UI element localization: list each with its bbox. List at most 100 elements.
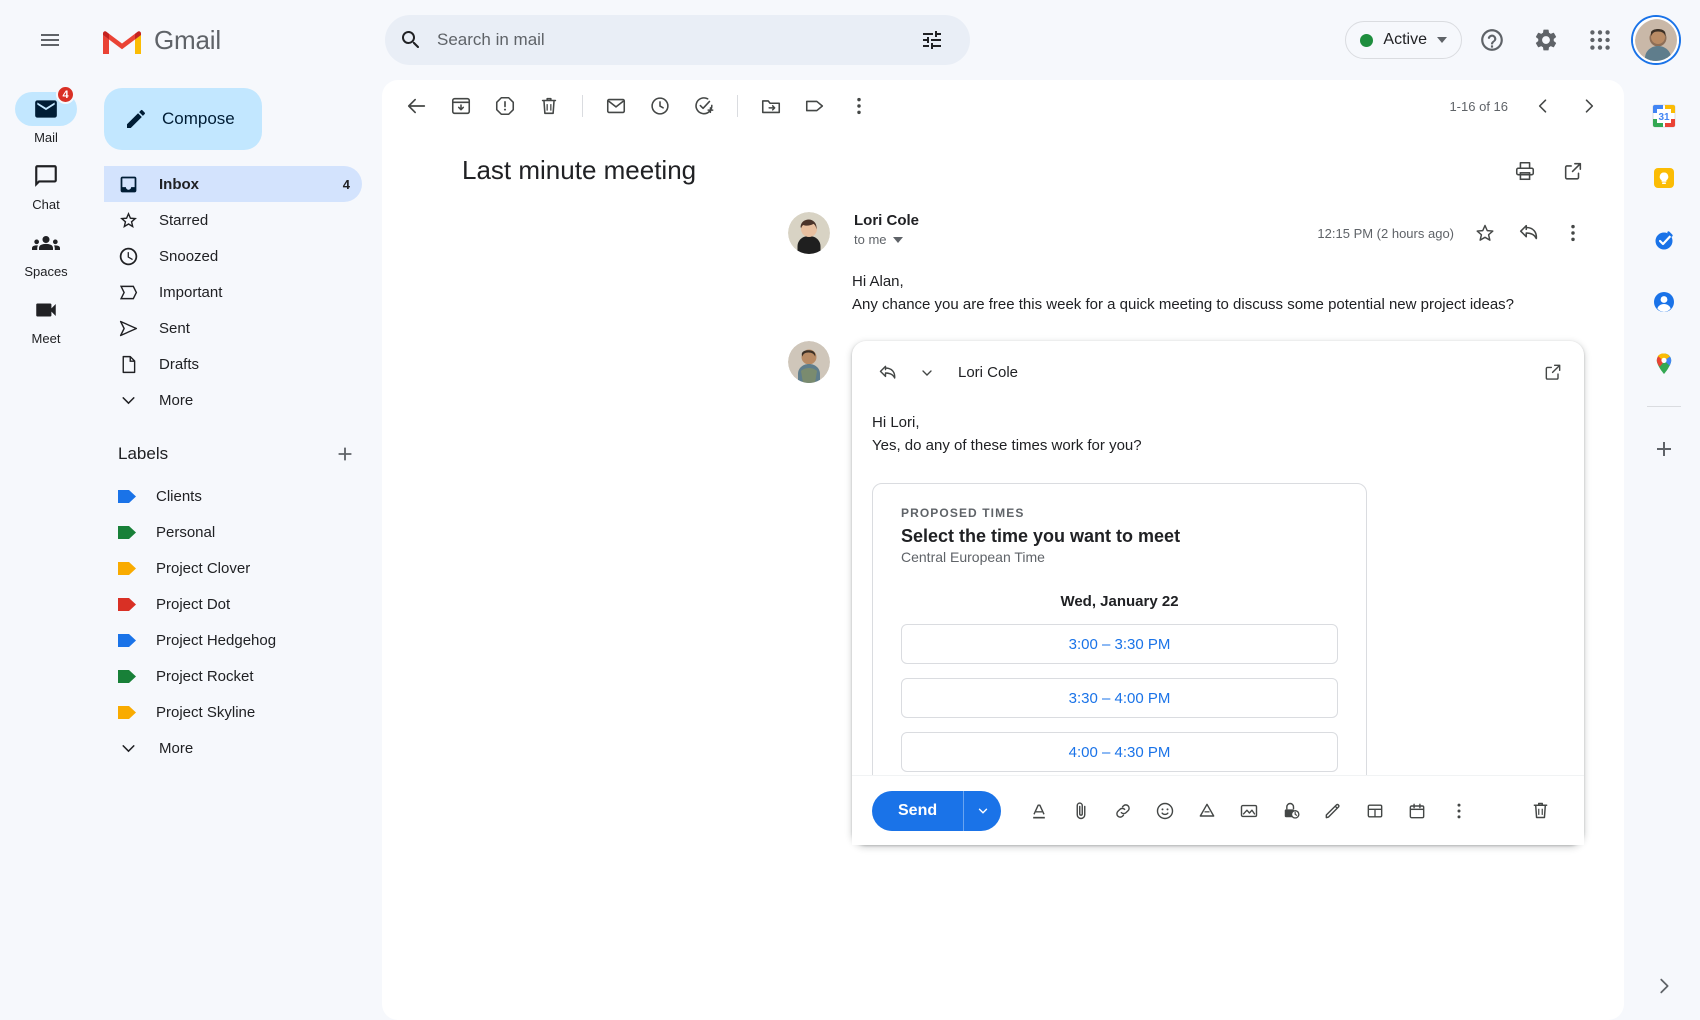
labels-header: Labels — [118, 432, 362, 476]
google-apps-icon[interactable] — [1576, 16, 1624, 64]
create-label-plus-icon[interactable] — [328, 437, 362, 471]
insert-link-icon[interactable] — [1103, 791, 1143, 831]
next-page-icon[interactable] — [1568, 85, 1610, 127]
reply-type-chevron-down-icon[interactable] — [914, 360, 940, 386]
label-item-project-dot[interactable]: Project Dot — [104, 586, 362, 622]
sidebar-item-inbox[interactable]: Inbox 4 — [104, 166, 362, 202]
drafts-icon — [118, 354, 139, 375]
clock-icon — [118, 246, 139, 267]
menu-button-wrap — [0, 16, 100, 64]
mark-unread-icon[interactable] — [595, 85, 637, 127]
label-name: Personal — [156, 524, 350, 541]
formatting-icon[interactable] — [1019, 791, 1059, 831]
time-slot-button[interactable]: 3:30 – 4:00 PM — [901, 678, 1338, 718]
rail-item-meet[interactable]: Meet — [10, 289, 82, 352]
mail-icon — [33, 96, 59, 122]
label-item-project-skyline[interactable]: Project Skyline — [104, 694, 362, 730]
hamburger-menu-icon[interactable] — [26, 16, 74, 64]
sidebar-item-more[interactable]: More — [104, 382, 362, 418]
add-ons-plus-icon[interactable] — [1644, 429, 1684, 469]
app-rail: 4 Mail Chat Spaces Meet — [0, 80, 92, 1020]
archive-icon[interactable] — [440, 85, 482, 127]
label-item-project-rocket[interactable]: Project Rocket — [104, 658, 362, 694]
sidebar-item-snoozed[interactable]: Snoozed — [104, 238, 362, 274]
add-to-tasks-icon[interactable] — [683, 85, 725, 127]
open-new-window-icon[interactable] — [1552, 150, 1594, 192]
sidebar-item-drafts[interactable]: Drafts — [104, 346, 362, 382]
sidebar-item-sent[interactable]: Sent — [104, 310, 362, 346]
label-item-project-clover[interactable]: Project Clover — [104, 550, 362, 586]
insert-layout-icon[interactable] — [1355, 791, 1395, 831]
google-maps-icon[interactable] — [1644, 344, 1684, 384]
mail-card: 1-16 of 16 Last minute meeting — [382, 80, 1624, 1020]
gmail-logo-brand[interactable]: Gmail — [100, 23, 385, 57]
search-input[interactable] — [437, 30, 894, 50]
toolbar-divider — [737, 95, 738, 117]
reply-text[interactable]: Hi Lori, Yes, do any of these times work… — [872, 411, 1564, 458]
proposed-times-title: Select the time you want to meet — [901, 526, 1338, 547]
status-chip[interactable]: Active — [1345, 21, 1462, 59]
insert-signature-icon[interactable] — [1313, 791, 1353, 831]
account-avatar[interactable] — [1630, 14, 1682, 66]
reply-compose-box[interactable]: Lori Cole Hi Lori, Yes, do any of these … — [852, 341, 1584, 846]
google-calendar-icon[interactable]: 31 — [1644, 96, 1684, 136]
more-options-icon[interactable] — [838, 85, 880, 127]
rail-item-chat[interactable]: Chat — [10, 155, 82, 218]
compose-button[interactable]: Compose — [104, 88, 262, 150]
message-more-icon[interactable] — [1552, 212, 1594, 254]
label-tag-icon — [118, 598, 136, 611]
label-item-personal[interactable]: Personal — [104, 514, 362, 550]
proposed-times-kicker: PROPOSED TIMES — [901, 506, 1338, 520]
proposed-times-day: Wed, January 22 — [901, 593, 1338, 610]
rail-item-mail[interactable]: 4 Mail — [10, 88, 82, 151]
label-name: Project Skyline — [156, 704, 350, 721]
send-icon — [118, 318, 139, 339]
delete-icon[interactable] — [528, 85, 570, 127]
confidential-mode-icon[interactable] — [1271, 791, 1311, 831]
label-name: Clients — [156, 488, 350, 505]
labels-icon[interactable] — [794, 85, 836, 127]
reply-type-icon[interactable] — [872, 357, 904, 389]
label-tag-icon — [118, 526, 136, 539]
recipient-dropdown[interactable]: to me — [854, 232, 1317, 247]
search-options-icon[interactable] — [908, 16, 956, 64]
settings-gear-icon[interactable] — [1522, 16, 1570, 64]
sidebar-item-starred[interactable]: Starred — [104, 202, 362, 238]
expand-side-panel-chevron-right-icon[interactable] — [1644, 966, 1684, 1006]
toolbar-pagination: 1-16 of 16 — [1449, 85, 1610, 127]
popout-reply-icon[interactable] — [1532, 351, 1574, 393]
report-spam-icon[interactable] — [484, 85, 526, 127]
time-slot-button[interactable]: 4:00 – 4:30 PM — [901, 732, 1338, 772]
google-drive-icon[interactable] — [1187, 791, 1227, 831]
sidebar-item-important[interactable]: Important — [104, 274, 362, 310]
help-icon[interactable] — [1468, 16, 1516, 64]
google-keep-icon[interactable] — [1644, 158, 1684, 198]
google-contacts-icon[interactable] — [1644, 282, 1684, 322]
label-tag-icon — [118, 562, 136, 575]
message-scroll-area[interactable]: Last minute meeting — [382, 132, 1624, 1020]
print-icon[interactable] — [1504, 150, 1546, 192]
send-button[interactable]: Send — [872, 791, 963, 831]
prev-page-icon[interactable] — [1522, 85, 1564, 127]
back-arrow-icon[interactable] — [396, 85, 438, 127]
discard-draft-icon[interactable] — [1520, 791, 1560, 831]
send-options-chevron-down-icon[interactable] — [963, 791, 1001, 831]
schedule-meeting-calendar-icon[interactable] — [1397, 791, 1437, 831]
time-slot-button[interactable]: 3:00 – 3:30 PM — [901, 624, 1338, 664]
label-item-project-hedgehog[interactable]: Project Hedgehog — [104, 622, 362, 658]
nav-list: Inbox 4 Starred Snoozed Important — [92, 166, 372, 418]
compose-more-options-icon[interactable] — [1439, 791, 1479, 831]
star-icon[interactable] — [1464, 212, 1506, 254]
rail-item-spaces[interactable]: Spaces — [10, 222, 82, 285]
reply-icon[interactable] — [1508, 212, 1550, 254]
snooze-icon[interactable] — [639, 85, 681, 127]
google-tasks-icon[interactable] — [1644, 220, 1684, 260]
attach-file-icon[interactable] — [1061, 791, 1101, 831]
insert-photo-icon[interactable] — [1229, 791, 1269, 831]
move-to-icon[interactable] — [750, 85, 792, 127]
search-bar[interactable] — [385, 15, 970, 65]
labels-more[interactable]: More — [104, 730, 362, 766]
chevron-down-icon — [118, 390, 139, 411]
label-item-clients[interactable]: Clients — [104, 478, 362, 514]
emoji-icon[interactable] — [1145, 791, 1185, 831]
